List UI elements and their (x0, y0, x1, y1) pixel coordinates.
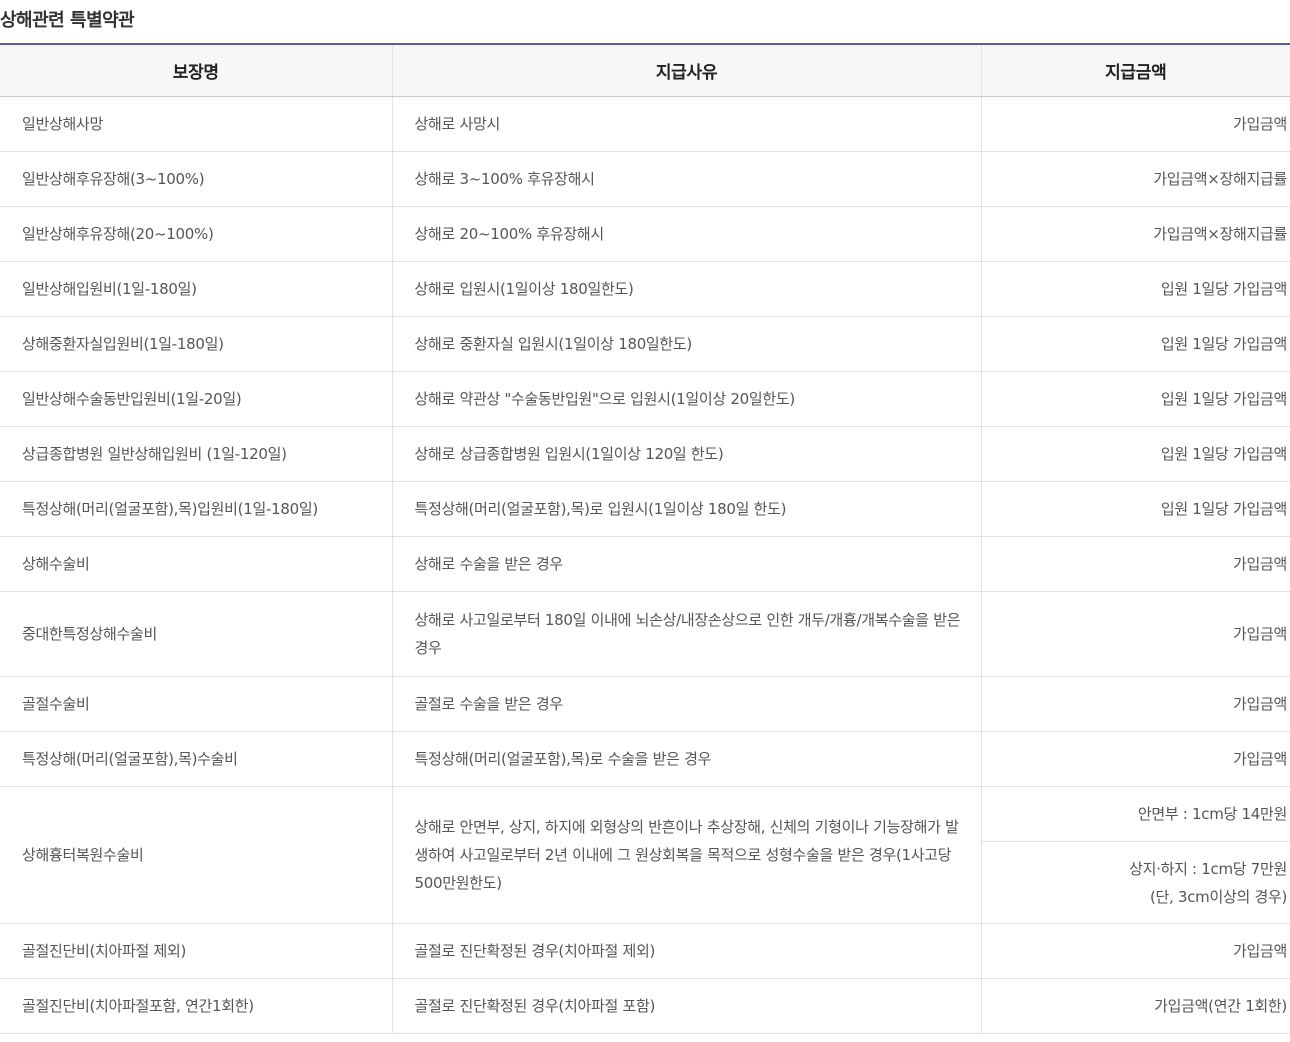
payment-amount: 가입금액 (980, 96, 1290, 152)
table-row: 특정상해(머리(얼굴포함),목)수술비 특정상해(머리(얼굴포함),목)로 수술… (0, 731, 1290, 787)
coverage-name: 특정상해(머리(얼굴포함),목)수술비 (0, 731, 392, 787)
payment-reason: 골절로 진단확정된 경우(치아파절 포함) (391, 978, 981, 1034)
header-payment-amount: 지급금액 (980, 43, 1290, 97)
payment-reason: 골절로 수술을 받은 경우 (391, 676, 981, 732)
payment-amount-face: 안면부 : 1cm당 14만원 (981, 787, 1290, 842)
table-row: 일반상해입원비(1일-180일) 상해로 입원시(1일이상 180일한도) 입원… (0, 261, 1290, 317)
table-row: 골절진단비(치아파절 제외) 골절로 진단확정된 경우(치아파절 제외) 가입금… (0, 923, 1290, 979)
payment-reason: 특정상해(머리(얼굴포함),목)로 입원시(1일이상 180일 한도) (391, 481, 981, 537)
payment-reason: 상해로 사고일로부터 180일 이내에 뇌손상/내장손상으로 인한 개두/개흉/… (391, 591, 981, 677)
header-coverage-name: 보장명 (0, 43, 392, 97)
payment-amount: 가입금액 (980, 676, 1290, 732)
coverage-table: 보장명 지급사유 지급금액 일반상해사망 상해로 사망시 가입금액 일반상해후유… (0, 43, 1290, 1034)
payment-reason: 상해로 사망시 (391, 96, 981, 152)
payment-reason: 상해로 상급종합병원 입원시(1일이상 120일 한도) (391, 426, 981, 482)
coverage-name: 중대한특정상해수술비 (0, 591, 392, 677)
table-row: 골절수술비 골절로 수술을 받은 경우 가입금액 (0, 676, 1290, 732)
table-row: 일반상해수술동반입원비(1일-20일) 상해로 약관상 "수술동반입원"으로 입… (0, 371, 1290, 427)
coverage-name: 상해흉터복원수술비 (0, 786, 392, 924)
coverage-name: 상해수술비 (0, 536, 392, 592)
header-payment-reason: 지급사유 (391, 43, 981, 97)
payment-amount: 가입금액 (980, 923, 1290, 979)
coverage-name: 골절진단비(치아파절 제외) (0, 923, 392, 979)
coverage-name: 상급종합병원 일반상해입원비 (1일-120일) (0, 426, 392, 482)
table-row: 상해수술비 상해로 수술을 받은 경우 가입금액 (0, 536, 1290, 592)
coverage-name: 상해중환자실입원비(1일-180일) (0, 316, 392, 372)
table-row: 상급종합병원 일반상해입원비 (1일-120일) 상해로 상급종합병원 입원시(… (0, 426, 1290, 482)
payment-amount-note: (단, 3cm이상의 경우) (1149, 887, 1287, 906)
table-header-row: 보장명 지급사유 지급금액 (0, 43, 1290, 97)
payment-reason: 상해로 약관상 "수술동반입원"으로 입원시(1일이상 20일한도) (391, 371, 981, 427)
payment-amount: 입원 1일당 가입금액 (980, 316, 1290, 372)
payment-amount: 입원 1일당 가입금액 (980, 261, 1290, 317)
payment-reason: 상해로 수술을 받은 경우 (391, 536, 981, 592)
coverage-name: 일반상해사망 (0, 96, 392, 152)
payment-amount: 가입금액 (980, 536, 1290, 592)
payment-reason: 상해로 3~100% 후유장해시 (391, 151, 981, 207)
table-row: 일반상해후유장해(20~100%) 상해로 20~100% 후유장해시 가입금액… (0, 206, 1290, 262)
coverage-name: 골절수술비 (0, 676, 392, 732)
payment-amount: 입원 1일당 가입금액 (980, 371, 1290, 427)
coverage-name: 일반상해후유장해(20~100%) (0, 206, 392, 262)
table-row: 일반상해사망 상해로 사망시 가입금액 (0, 96, 1290, 152)
payment-amount: 입원 1일당 가입금액 (980, 481, 1290, 537)
payment-reason: 골절로 진단확정된 경우(치아파절 제외) (391, 923, 981, 979)
coverage-name: 특정상해(머리(얼굴포함),목)입원비(1일-180일) (0, 481, 392, 537)
payment-amount: 가입금액(연간 1회한) (980, 978, 1290, 1034)
table-row: 상해흉터복원수술비 상해로 안면부, 상지, 하지에 외형상의 반흔이나 추상장… (0, 786, 1290, 924)
payment-amount: 가입금액×장해지급률 (980, 151, 1290, 207)
coverage-name: 골절진단비(치아파절포함, 연간1회한) (0, 978, 392, 1034)
table-row: 중대한특정상해수술비 상해로 사고일로부터 180일 이내에 뇌손상/내장손상으… (0, 591, 1290, 677)
payment-amount-limb: 상지·하지 : 1cm당 7만원 (1129, 859, 1287, 878)
payment-amount: 가입금액×장해지급률 (980, 206, 1290, 262)
table-row: 특정상해(머리(얼굴포함),목)입원비(1일-180일) 특정상해(머리(얼굴포… (0, 481, 1290, 537)
page-title: 상해관련 특별약관 (0, 10, 135, 31)
payment-amount: 입원 1일당 가입금액 (980, 426, 1290, 482)
coverage-name: 일반상해후유장해(3~100%) (0, 151, 392, 207)
payment-amount: 가입금액 (980, 591, 1290, 677)
table-row: 골절진단비(치아파절포함, 연간1회한) 골절로 진단확정된 경우(치아파절 포… (0, 978, 1290, 1034)
coverage-name: 일반상해입원비(1일-180일) (0, 261, 392, 317)
coverage-name: 일반상해수술동반입원비(1일-20일) (0, 371, 392, 427)
payment-amount-split: 안면부 : 1cm당 14만원 상지·하지 : 1cm당 7만원 (단, 3cm… (980, 786, 1290, 924)
payment-amount-limb-block: 상지·하지 : 1cm당 7만원 (단, 3cm이상의 경우) (982, 842, 1290, 923)
payment-reason: 상해로 중환자실 입원시(1일이상 180일한도) (391, 316, 981, 372)
payment-reason: 상해로 안면부, 상지, 하지에 외형상의 반흔이나 추상장해, 신체의 기형이… (391, 786, 981, 924)
payment-reason: 상해로 20~100% 후유장해시 (391, 206, 981, 262)
payment-reason: 상해로 입원시(1일이상 180일한도) (391, 261, 981, 317)
payment-amount: 가입금액 (980, 731, 1290, 787)
table-row: 상해중환자실입원비(1일-180일) 상해로 중환자실 입원시(1일이상 180… (0, 316, 1290, 372)
payment-reason: 특정상해(머리(얼굴포함),목)로 수술을 받은 경우 (391, 731, 981, 787)
table-row: 일반상해후유장해(3~100%) 상해로 3~100% 후유장해시 가입금액×장… (0, 151, 1290, 207)
